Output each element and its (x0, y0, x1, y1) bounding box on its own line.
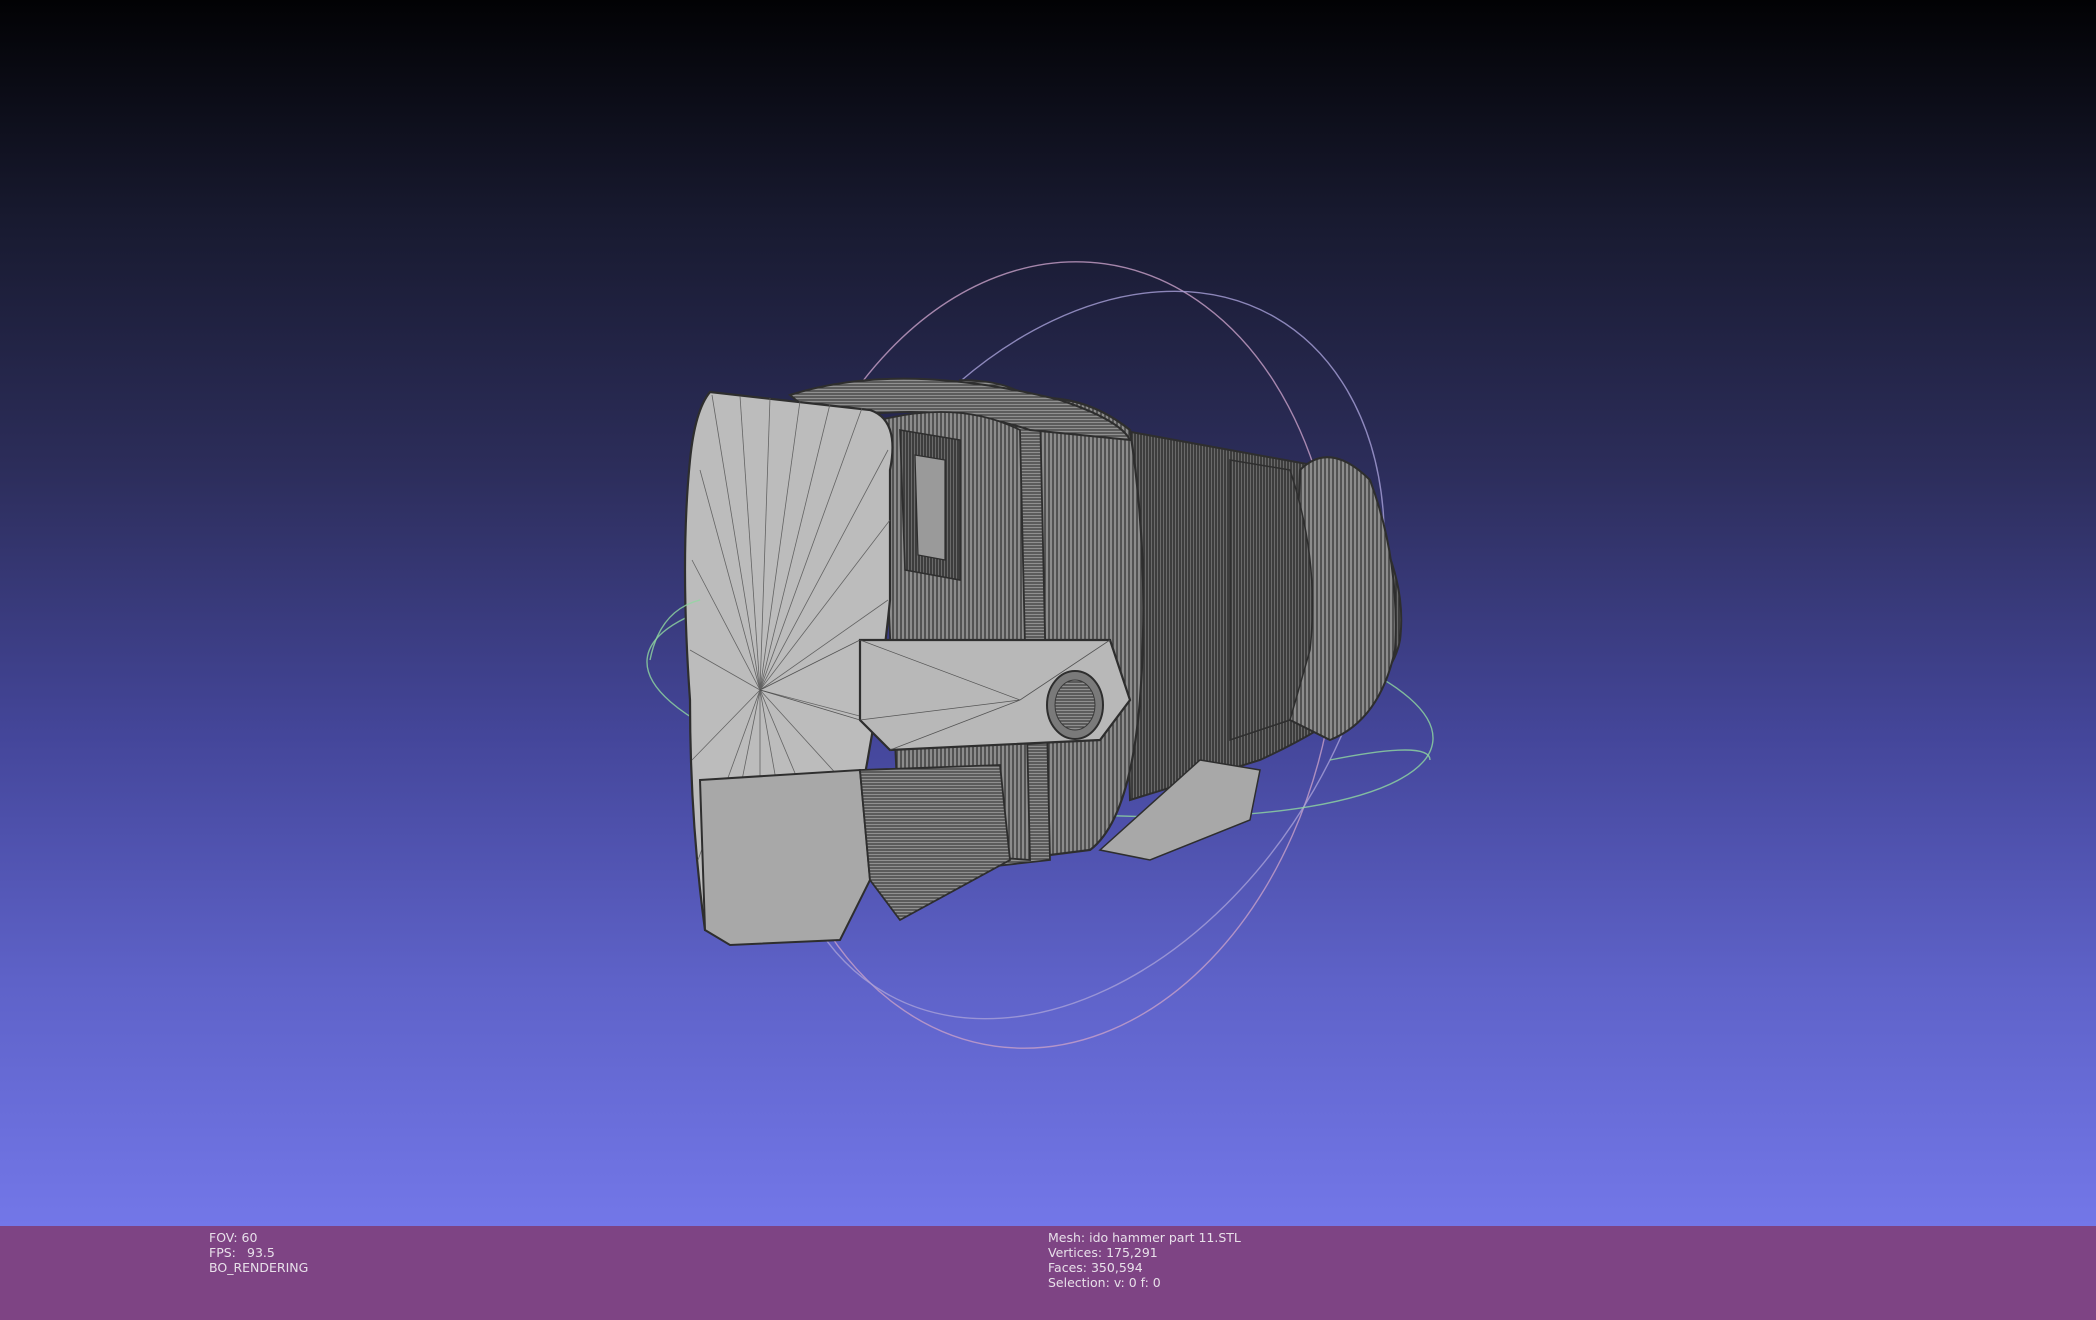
vertices-value: 175,291 (1106, 1245, 1158, 1260)
mesh-name-readout: Mesh: ido hammer part 11.STL (1048, 1230, 1241, 1245)
status-bar: FOV: 60 FPS: 93.5 BO_RENDERING Mesh: ido … (0, 1226, 2096, 1320)
mesh-value: ido hammer part 11.STL (1089, 1230, 1241, 1245)
selection-readout: Selection: v: 0 f: 0 (1048, 1275, 1241, 1290)
fov-label: FOV: (209, 1230, 238, 1245)
render-info: FOV: 60 FPS: 93.5 BO_RENDERING (209, 1230, 308, 1275)
vertices-readout: Vertices: 175,291 (1048, 1245, 1241, 1260)
selection-value: v: 0 f: 0 (1113, 1275, 1161, 1290)
vertices-label: Vertices: (1048, 1245, 1103, 1260)
fps-value: 93.5 (247, 1245, 275, 1260)
fov-value: 60 (241, 1230, 258, 1245)
mesh-render[interactable] (0, 0, 2096, 1226)
selection-label: Selection: (1048, 1275, 1110, 1290)
fov-readout: FOV: 60 (209, 1230, 308, 1245)
faces-label: Faces: (1048, 1260, 1087, 1275)
faces-value: 350,594 (1090, 1260, 1143, 1275)
mesh-body (683, 377, 1403, 947)
mesh-label: Mesh: (1048, 1230, 1086, 1245)
faces-readout: Faces: 350,594 (1048, 1260, 1241, 1275)
fps-readout: FPS: 93.5 (209, 1245, 308, 1260)
3d-viewport[interactable] (0, 0, 2096, 1226)
fps-label: FPS: (209, 1245, 236, 1260)
mesh-info: Mesh: ido hammer part 11.STL Vertices: 1… (1048, 1230, 1241, 1290)
render-mode: BO_RENDERING (209, 1260, 309, 1275)
